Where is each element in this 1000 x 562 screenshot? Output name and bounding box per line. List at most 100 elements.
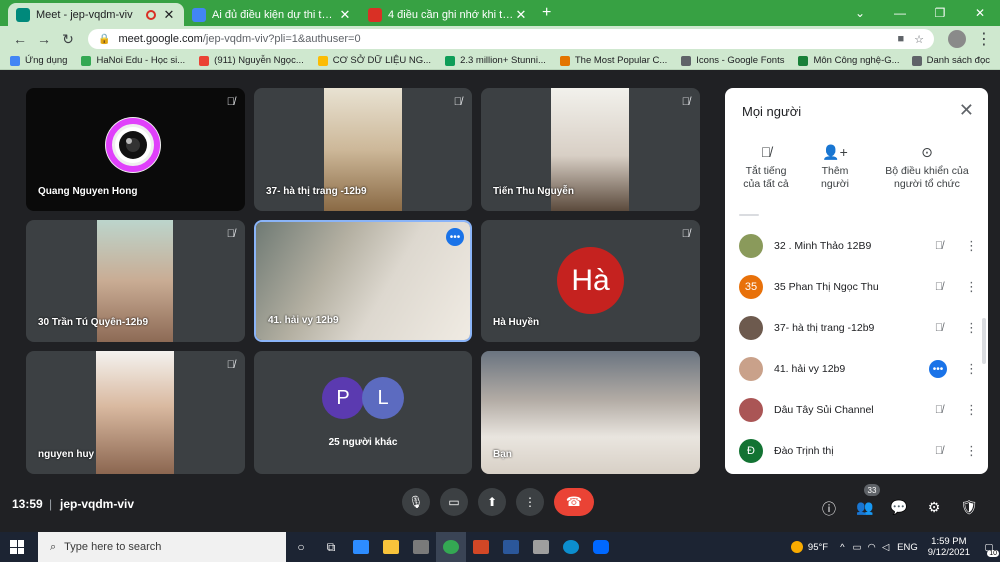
word-icon[interactable] xyxy=(496,532,526,562)
notification-icon[interactable]: ▢ 10 xyxy=(978,532,1000,562)
others-tile[interactable]: P L 25 người khác xyxy=(254,351,472,474)
more-options-icon[interactable]: ••• xyxy=(446,228,464,246)
divider xyxy=(739,214,759,216)
more-vert-icon[interactable]: ⋮ xyxy=(965,238,978,254)
bookmark-item[interactable]: Môn Công nghệ-G... xyxy=(798,55,900,66)
taskbar-search-input[interactable]: ⌕ Type here to search xyxy=(38,532,286,562)
participant-tile[interactable]: 🎙̸ Tiến Thu Nguyễn xyxy=(481,88,700,211)
new-tab-icon[interactable]: + xyxy=(542,4,551,22)
people-count-badge: 33 xyxy=(864,484,880,496)
tab-meet[interactable]: Meet - jep-vqdm-viv ✕ xyxy=(8,3,184,26)
participant-tile[interactable]: 🎙̸ Quang Nguyen Hong xyxy=(26,88,245,211)
camera-button[interactable]: ▭ xyxy=(440,488,468,516)
window-controls: ⌄ — ❐ ✕ xyxy=(840,0,1000,26)
more-vert-icon[interactable]: ⋮ xyxy=(965,320,978,336)
taskbar: ⌕ Type here to search ○ ⧉ 95°F ^ ▭ ◠ ◁ E… xyxy=(0,532,1000,562)
participant-row[interactable]: Đ Đào Trịnh thị 🎙̸ ⋮ xyxy=(739,439,978,463)
bookmark-item[interactable]: Icons - Google Fonts xyxy=(681,55,784,66)
apps-icon xyxy=(10,55,20,66)
participant-row[interactable]: 41. hải vy 12b9 ••• ⋮ xyxy=(739,357,978,381)
wifi-icon[interactable]: ◠ xyxy=(868,542,876,553)
system-tray: 95°F ^ ▭ ◠ ◁ ENG 1:59 PM 9/12/2021 ▢ 10 xyxy=(790,532,1000,562)
bookmarks-bar: Ứng dụng HaNoi Edu - Học si... (911) Ngu… xyxy=(0,52,1000,70)
self-tile[interactable]: Bạn xyxy=(481,351,700,474)
chevron-up-icon[interactable]: ^ xyxy=(840,542,844,553)
reading-list[interactable]: Danh sách đọc xyxy=(911,55,990,66)
edge-icon[interactable] xyxy=(556,532,586,562)
powerpoint-icon[interactable] xyxy=(466,532,496,562)
star-icon[interactable]: ☆ xyxy=(914,33,924,46)
camera-icon[interactable]: ■ xyxy=(897,33,904,45)
chat-icon[interactable]: 💬 xyxy=(887,499,911,516)
bookmark-item[interactable]: CƠ SỞ DỮ LIỆU NG... xyxy=(317,55,431,66)
participant-row[interactable]: 32 . Minh Thảo 12B9 🎙̸ ⋮ xyxy=(739,234,978,258)
info-icon[interactable]: ⓘ xyxy=(817,499,841,519)
participant-row[interactable]: 37- hà thị trang -12b9 🎙̸ ⋮ xyxy=(739,316,978,340)
close-tab-icon[interactable]: ✕ xyxy=(162,7,176,23)
activities-icon[interactable]: ⚙ xyxy=(922,499,946,516)
cortana-icon[interactable]: ○ xyxy=(286,532,316,562)
url-path: /jep-vqdm-viv?pli=1&authuser=0 xyxy=(202,33,361,45)
weather-temp[interactable]: 95°F xyxy=(808,542,828,553)
participant-tile[interactable]: Hà 🎙̸ Hà Huyền xyxy=(481,220,700,342)
host-controls-button[interactable]: ⊙ Bộ điều khiển của người tổ chức xyxy=(877,145,977,191)
bookmark-item[interactable]: (911) Nguyễn Ngọc... xyxy=(199,55,304,66)
chrome-icon[interactable] xyxy=(436,532,466,562)
forward-icon[interactable]: → xyxy=(32,31,56,47)
bookmark-item[interactable]: The Most Popular C... xyxy=(559,55,667,66)
network-icon[interactable]: ▭ xyxy=(853,542,862,553)
close-tab-icon[interactable]: ✕ xyxy=(338,7,352,23)
participant-tile[interactable]: 🎙̸ 30 Trần Tú Quyên-12b9 xyxy=(26,220,245,342)
clock[interactable]: 1:59 PM 9/12/2021 xyxy=(928,536,970,558)
more-vert-icon[interactable]: ⋮ xyxy=(965,443,978,459)
mic-off-icon: 🎙̸ xyxy=(934,445,944,457)
scrollbar[interactable] xyxy=(982,318,986,364)
participant-tile[interactable]: 🎙̸ nguyen huy xyxy=(26,351,245,474)
video-feed xyxy=(96,351,174,474)
participant-row[interactable]: Dâu Tây Sủi Channel 🎙̸ ⋮ xyxy=(739,398,978,422)
add-people-button[interactable]: 👤+ Thêm người xyxy=(809,145,861,191)
reload-icon[interactable]: ↻ xyxy=(56,31,80,48)
participant-name: 37- hà thị trang -12b9 xyxy=(266,186,367,197)
lock-icon[interactable]: 🔒 xyxy=(98,34,110,45)
zalo-icon[interactable] xyxy=(586,532,616,562)
bookmark-apps[interactable]: Ứng dụng xyxy=(10,55,67,66)
app-icon[interactable] xyxy=(526,532,556,562)
profile-avatar[interactable] xyxy=(948,30,966,48)
tab-ghi-nho[interactable]: 4 điều cần ghi nhớ khi tham gia ✕ xyxy=(360,3,536,26)
more-vert-icon[interactable]: ⋮ xyxy=(965,402,978,418)
address-bar[interactable]: 🔒 meet.google.com/jep-vqdm-viv?pli=1&aut… xyxy=(88,29,934,49)
volume-icon[interactable]: ◁ xyxy=(882,542,889,553)
mic-button[interactable]: 🎙 xyxy=(402,488,430,516)
people-icon[interactable]: 👥 xyxy=(853,499,877,516)
file-explorer-icon[interactable] xyxy=(376,532,406,562)
store-icon[interactable] xyxy=(406,532,436,562)
back-icon[interactable]: ← xyxy=(8,31,32,47)
tab-search-icon[interactable]: ⌄ xyxy=(840,6,880,20)
participant-row[interactable]: 35 35 Phan Thị Ngọc Thu 🎙̸ ⋮ xyxy=(739,275,978,299)
bookmark-item[interactable]: HaNoi Edu - Học si... xyxy=(81,55,185,66)
mute-all-button[interactable]: 🎙̸ Tắt tiếng của tất cả xyxy=(737,145,795,191)
more-options-button[interactable]: ⋮ xyxy=(516,488,544,516)
host-controls-icon[interactable]: 🛡 xyxy=(957,499,981,516)
close-tab-icon[interactable]: ✕ xyxy=(514,7,528,23)
bookmark-item[interactable]: 2.3 million+ Stunni... xyxy=(445,55,546,66)
participant-tile[interactable]: 🎙̸ 37- hà thị trang -12b9 xyxy=(254,88,472,211)
more-menu-icon[interactable]: ⋮ xyxy=(976,29,992,49)
language-indicator[interactable]: ENG xyxy=(897,542,918,553)
mic-off-icon: 🎙̸ xyxy=(453,96,462,108)
task-view-icon[interactable]: ⧉ xyxy=(316,532,346,562)
windows-start-icon[interactable] xyxy=(10,540,24,554)
zoom-icon[interactable] xyxy=(346,532,376,562)
more-vert-icon[interactable]: ⋮ xyxy=(965,361,978,377)
close-icon[interactable]: ✕ xyxy=(959,100,974,121)
more-vert-icon[interactable]: ⋮ xyxy=(965,279,978,295)
close-window-icon[interactable]: ✕ xyxy=(960,6,1000,20)
participant-tile-speaking[interactable]: ••• 41. hải vy 12b9 xyxy=(254,220,472,342)
restore-icon[interactable]: ❐ xyxy=(920,6,960,20)
leave-call-button[interactable]: ☎ xyxy=(554,488,594,516)
present-button[interactable]: ⬆ xyxy=(478,488,506,516)
tab-dieu-kien[interactable]: Ai đủ điều kiện dự thi tốt nghiệp ✕ xyxy=(184,3,360,26)
minimize-icon[interactable]: — xyxy=(880,6,920,20)
weather-icon xyxy=(790,541,803,553)
